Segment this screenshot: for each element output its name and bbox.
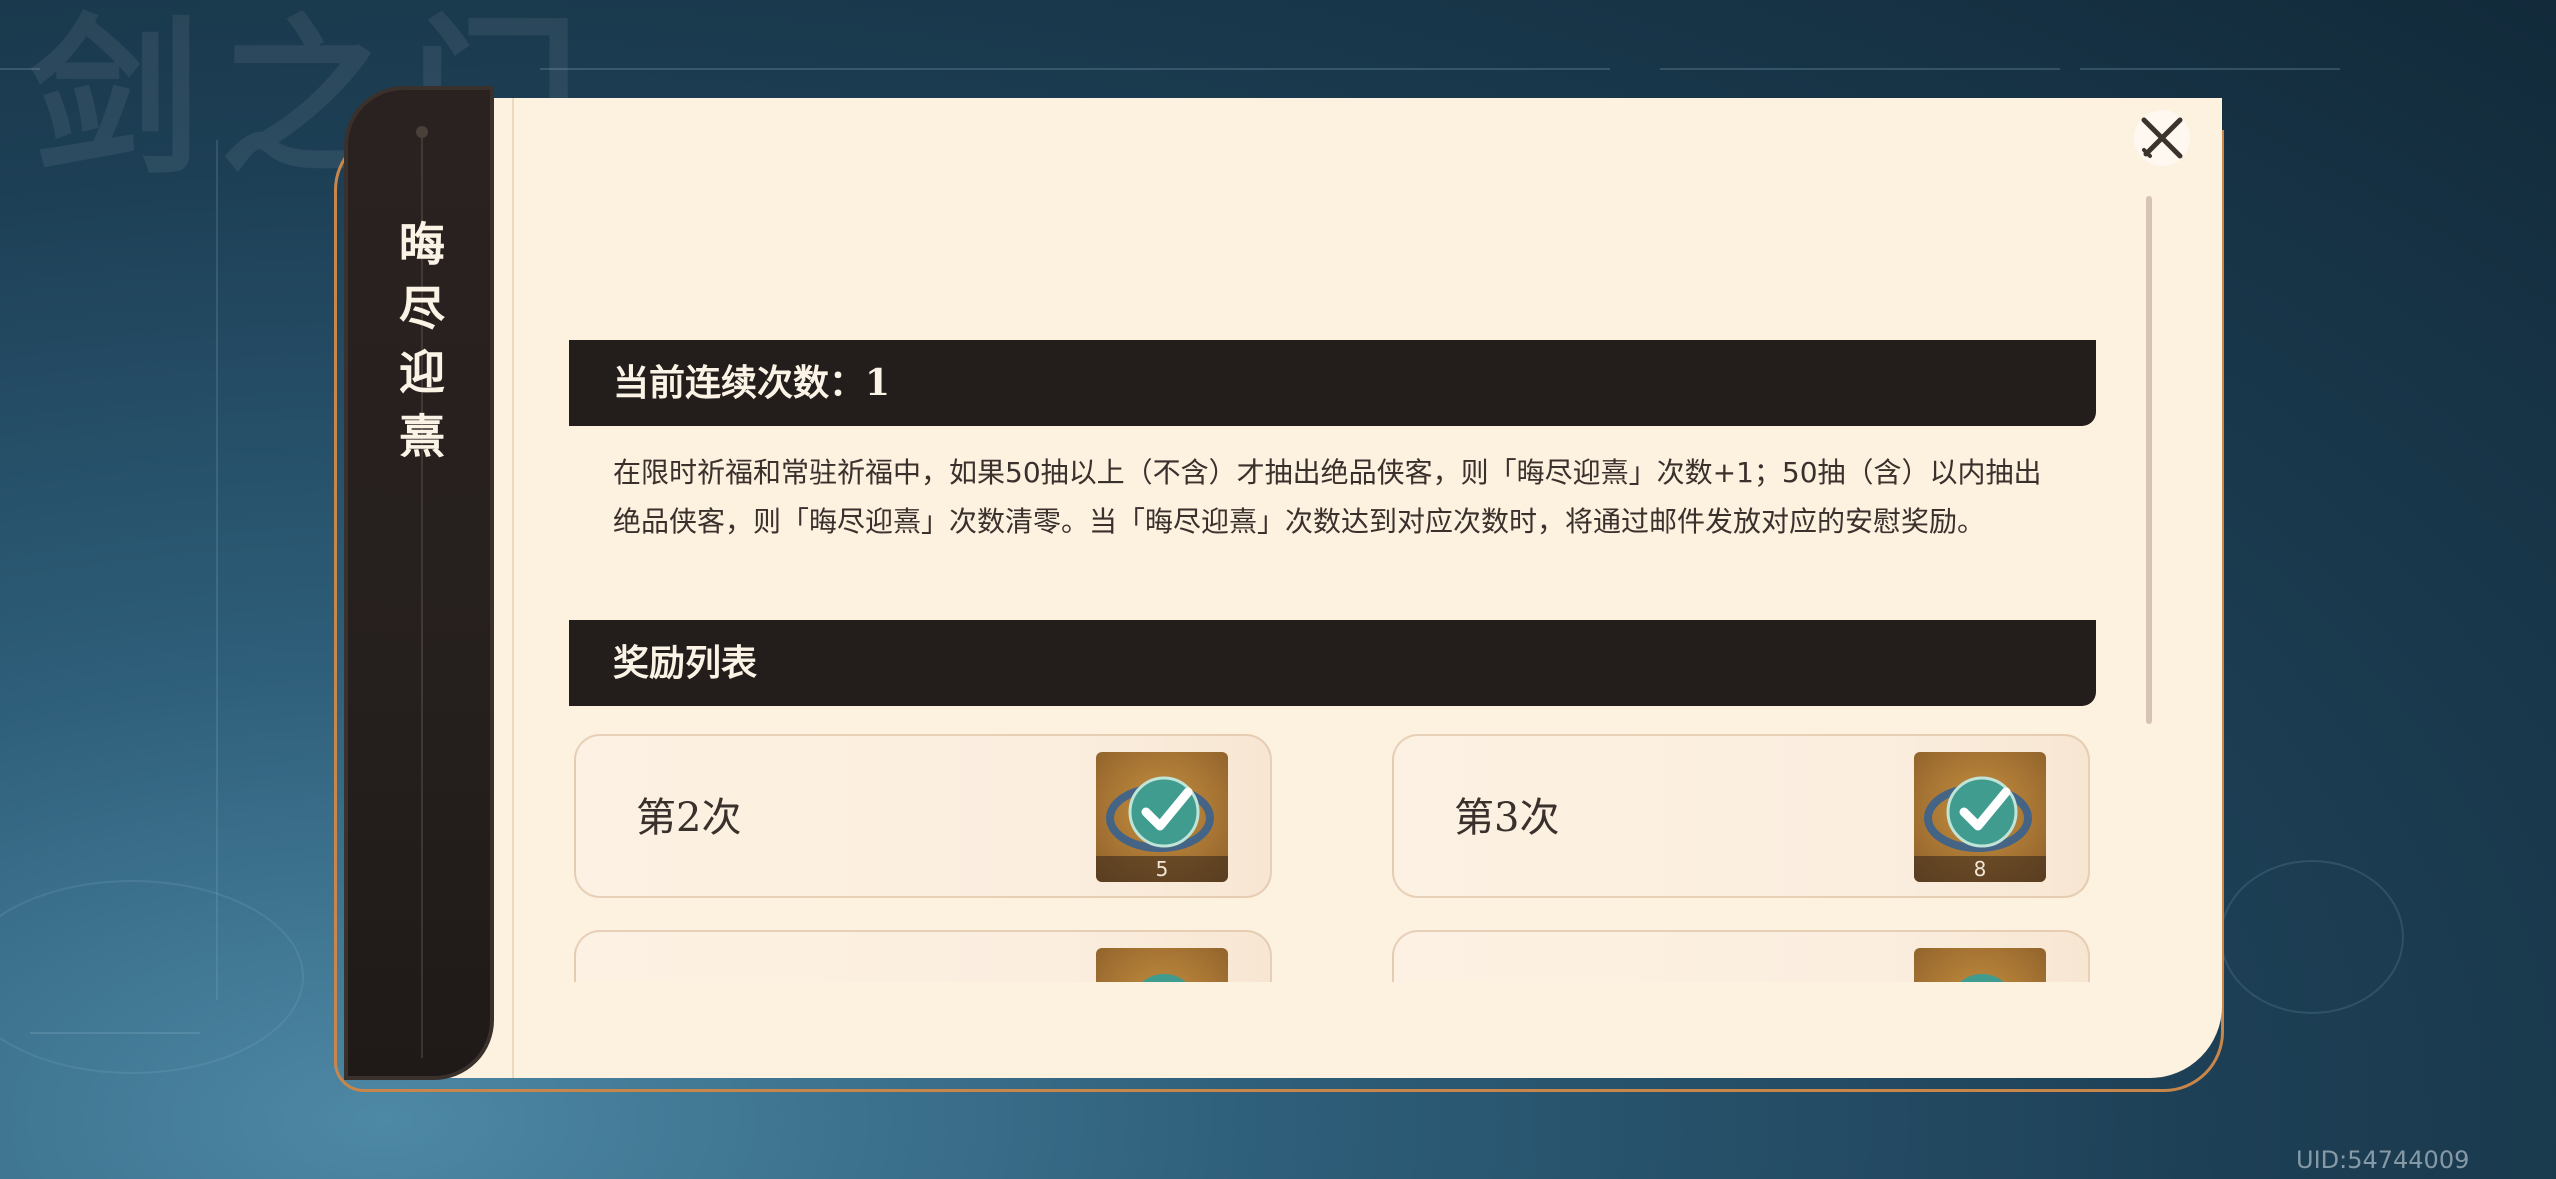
reward-list: 第2次 5 第3次 8 [560, 726, 2100, 982]
reward-card[interactable] [574, 930, 1272, 982]
reward-card[interactable]: 第3次 8 [1392, 734, 2090, 898]
background-line [540, 68, 1610, 70]
rule-description: 在限时祈福和常驻祈福中，如果50抽以上（不含）才抽出绝品侠客，则「晦尽迎熹」次数… [613, 456, 2042, 538]
reward-item[interactable]: 5 [1096, 752, 1228, 882]
sidebar-knob [416, 126, 428, 138]
reward-label: 第2次 [636, 795, 742, 841]
background-line [216, 140, 218, 1000]
coin-check-icon [1142, 974, 1186, 982]
sidebar: 晦尽迎熹 [344, 86, 494, 1080]
reward-item[interactable] [1096, 948, 1228, 982]
background-ring [2220, 860, 2404, 1014]
reward-label: 第3次 [1454, 795, 1560, 841]
dialog-divider [512, 98, 514, 1078]
background-ring [0, 880, 304, 1074]
close-button[interactable] [2134, 110, 2190, 166]
close-icon [2141, 117, 2183, 159]
reward-count: 5 [1096, 856, 1228, 882]
reward-count: 8 [1914, 856, 2046, 882]
scrollbar[interactable] [2146, 196, 2152, 724]
background-line [0, 68, 40, 70]
background-line [1660, 68, 2060, 70]
background-line [2080, 68, 2340, 70]
streak-header: 当前连续次数：1 [569, 340, 2096, 426]
coin-check-icon [1960, 974, 2004, 982]
reward-card[interactable]: 第2次 5 [574, 734, 1272, 898]
reward-item[interactable]: 8 [1914, 752, 2046, 882]
reward-item[interactable] [1914, 948, 2046, 982]
uid-label: UID:54744009 [2296, 1146, 2470, 1174]
sidebar-title: 晦尽迎熹 [392, 220, 446, 476]
reward-list-header: 奖励列表 [569, 620, 2096, 706]
reward-card[interactable] [1392, 930, 2090, 982]
